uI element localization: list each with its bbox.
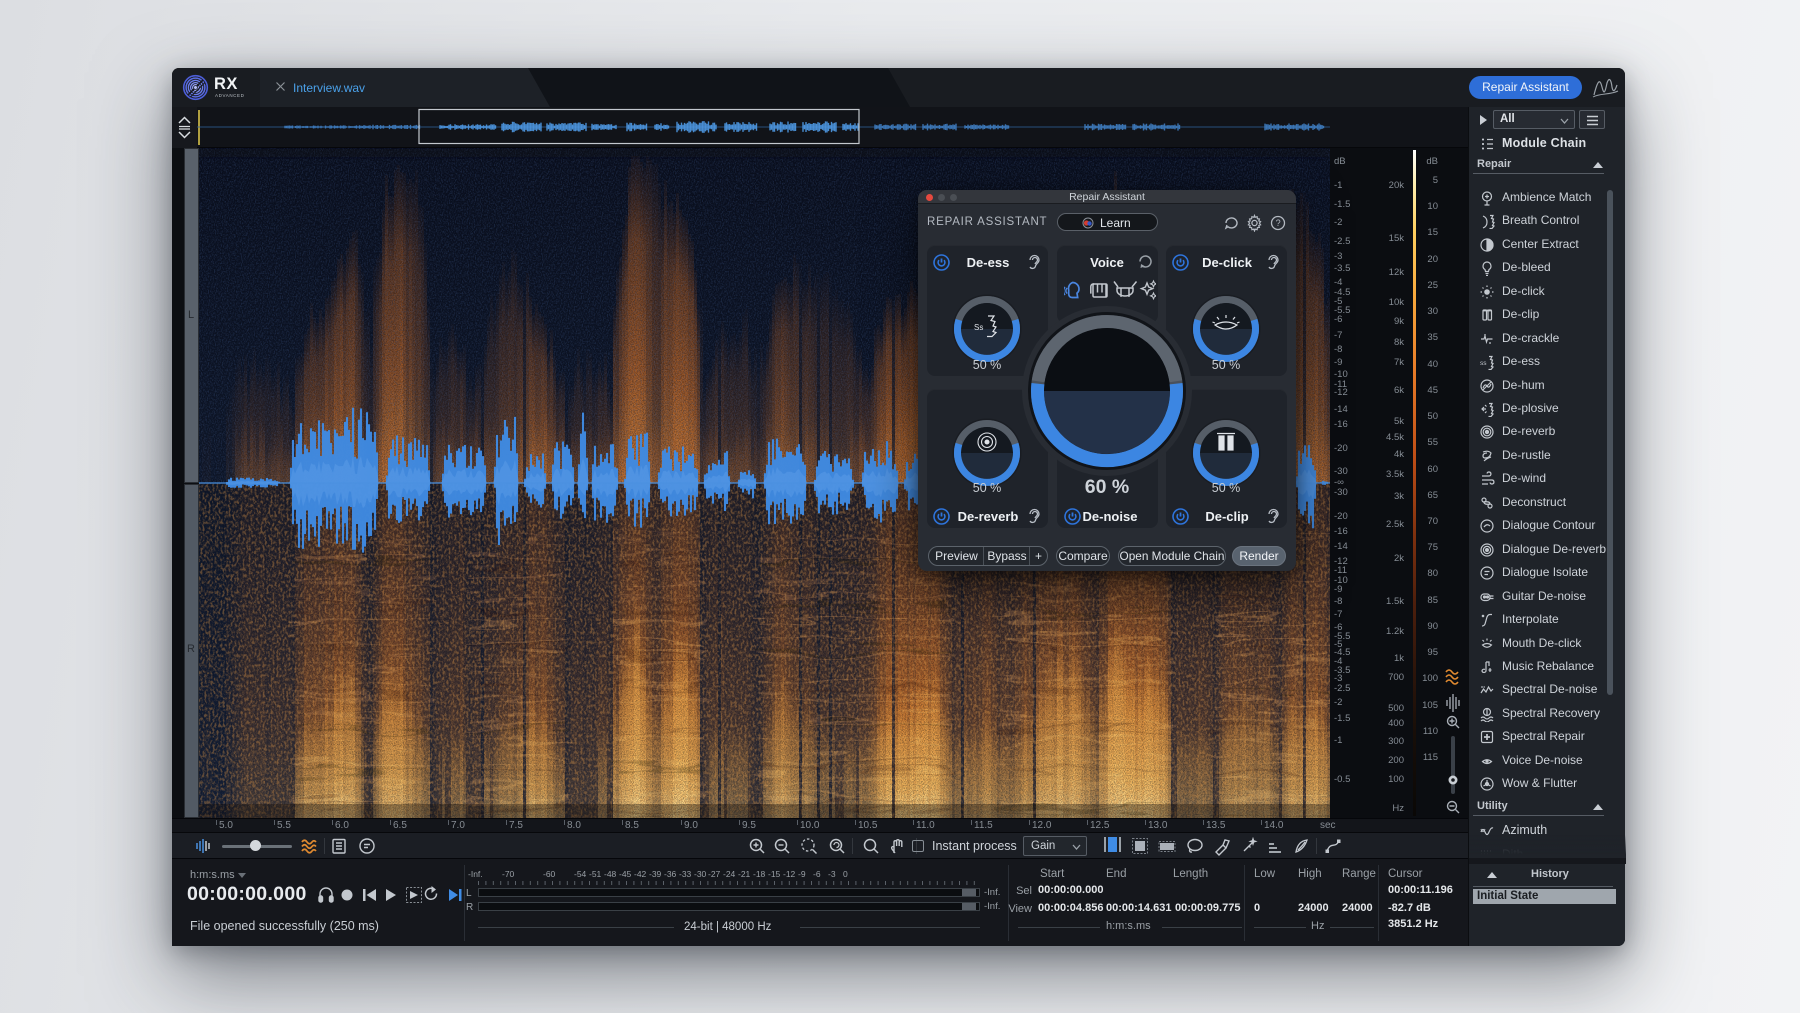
svg-text:ss: ss xyxy=(1480,360,1487,367)
svg-text:Ss: Ss xyxy=(974,323,983,332)
